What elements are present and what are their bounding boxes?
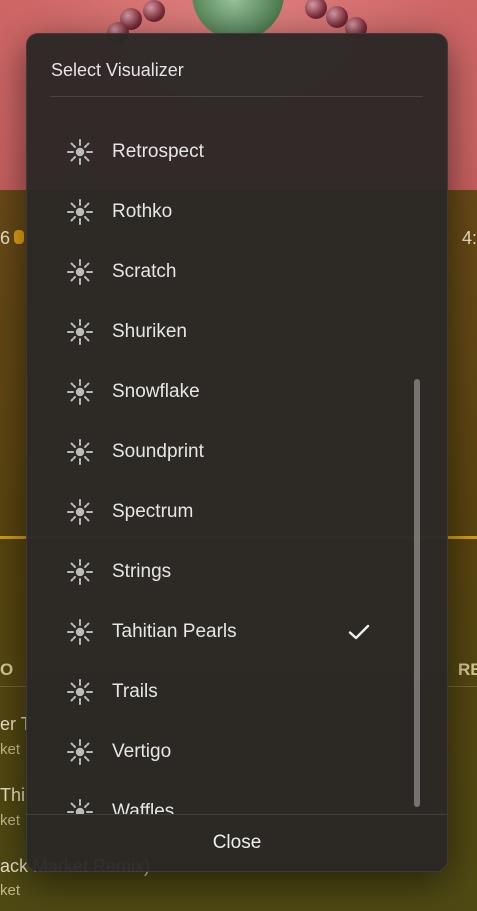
visualizer-item-label: Vertigo [112, 741, 172, 762]
visualizer-icon [65, 677, 95, 707]
column-header-release: RE [458, 660, 477, 679]
track-title: Thi [0, 785, 26, 805]
select-visualizer-dialog: Select Visualizer Retrospect Rothko Scratc… [26, 33, 448, 872]
elapsed-time: 6 [0, 228, 11, 248]
checkmark-icon [347, 620, 371, 644]
close-button[interactable]: Close [27, 815, 447, 871]
track-artist: ket [0, 882, 21, 899]
visualizer-icon [65, 497, 95, 527]
visualizer-item[interactable]: Tahitian Pearls [51, 602, 407, 662]
scrollbar-thumb[interactable] [414, 379, 420, 807]
total-time: 4: [462, 228, 477, 248]
visualizer-item-label: Strings [112, 561, 172, 582]
visualizer-list[interactable]: Retrospect Rothko Scratch Shuriken Snowflake… [51, 89, 421, 814]
dialog-title: Select Visualizer [51, 60, 184, 80]
visualizer-item-label: Trails [112, 681, 158, 702]
visualizer-icon [65, 557, 95, 587]
visualizer-item[interactable]: Rothko [51, 182, 407, 242]
visualizer-item[interactable]: Snowflake [51, 362, 407, 422]
visualizer-item[interactable]: Trails [51, 662, 407, 722]
visualizer-icon [65, 137, 95, 167]
visualizer-item[interactable]: Spectrum [51, 482, 407, 542]
visualizer-item-label: Tahitian Pearls [112, 621, 237, 642]
visualizer-icon [65, 617, 95, 647]
visualizer-item[interactable]: Soundprint [51, 422, 407, 482]
visualizer-item-label: Soundprint [112, 441, 204, 462]
visualizer-icon [65, 737, 95, 767]
visualizer-item-label: Waffles [112, 801, 175, 814]
visualizer-item-label: Snowflake [112, 381, 200, 402]
visualizer-item[interactable]: Shuriken [51, 302, 407, 362]
visualizer-item[interactable]: Vertigo [51, 722, 407, 782]
visualizer-icon [65, 257, 95, 287]
track-artist: ket [0, 812, 21, 829]
visualizer-icon [65, 197, 95, 227]
visualizer-icon [65, 437, 95, 467]
visualizer-item-label: Rothko [112, 201, 173, 222]
pearl [143, 0, 165, 22]
visualizer-item-label: Scratch [112, 261, 177, 282]
column-header-title: O [0, 660, 14, 679]
visualizer-icon [65, 797, 95, 814]
visualizer-icon [65, 377, 95, 407]
visualizer-item-label: Spectrum [112, 501, 194, 522]
seek-thumb [14, 230, 24, 244]
track-artist: ket [0, 741, 21, 758]
visualizer-item[interactable]: Retrospect [51, 122, 407, 182]
visualizer-icon [65, 317, 95, 347]
visualizer-item-label: Retrospect [112, 141, 204, 162]
visualizer-item[interactable]: Waffles [51, 782, 407, 814]
visualizer-item-label: Shuriken [112, 321, 187, 342]
visualizer-item[interactable]: Strings [51, 542, 407, 602]
visualizer-item[interactable]: Scratch [51, 242, 407, 302]
